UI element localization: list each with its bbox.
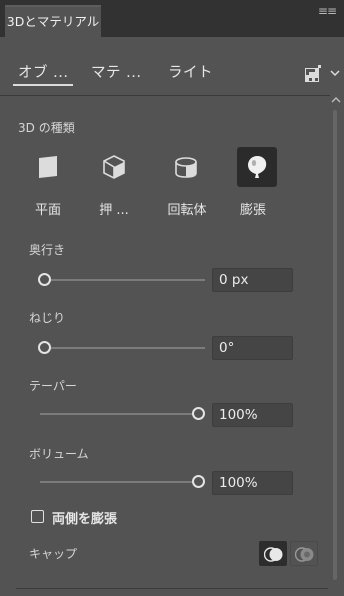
taper-label: テーパー [29, 379, 77, 393]
volume-label: ボリューム [29, 447, 89, 461]
twist-label: ねじり [29, 311, 66, 325]
panel-tab-bar: 3Dとマテリアル ≡≡ [0, 0, 344, 37]
twist-input[interactable]: 0° [212, 336, 293, 360]
volume-slider-track[interactable] [40, 481, 200, 483]
3d-type-plane-button[interactable] [28, 147, 68, 187]
revolve-icon [175, 157, 197, 178]
cap-on-button[interactable] [259, 541, 287, 566]
scrollbar-thumb[interactable] [333, 110, 337, 580]
3d-type-inflate-label: 膨張 [239, 203, 266, 218]
3d-type-extrude-button[interactable] [94, 147, 134, 187]
cap-off-button[interactable] [290, 541, 318, 566]
inflate-icon [248, 156, 267, 178]
twist-slider-handle[interactable] [38, 341, 51, 354]
volume-input[interactable]: 100% [212, 471, 293, 495]
section-divider [16, 588, 328, 589]
3d-type-extrude-label: 押 ... [99, 203, 129, 218]
inflate-both-sides-checkbox[interactable] [31, 510, 44, 523]
panel-tab-3d-materials[interactable]: 3Dとマテリアル [5, 5, 101, 37]
scroll-up-arrow-icon[interactable] [331, 96, 341, 103]
panel-menu-icon[interactable]: ≡≡ [318, 4, 337, 18]
tab-lighting[interactable]: ライト [168, 61, 213, 82]
depth-slider-handle[interactable] [38, 273, 51, 286]
taper-slider-handle[interactable] [192, 407, 205, 420]
cap-off-icon [295, 547, 314, 562]
depth-label: 奥行き [29, 243, 66, 257]
cap-label: キャップ [29, 547, 78, 561]
chevron-down-icon[interactable] [330, 70, 340, 77]
depth-input[interactable]: 0 px [212, 268, 293, 292]
section-heading-3d-type: 3D の種類 [18, 121, 75, 135]
plane-icon [39, 156, 57, 178]
cap-on-icon [264, 547, 283, 562]
tab-materials[interactable]: マテ ... [91, 61, 141, 82]
depth-slider-track[interactable] [40, 279, 205, 281]
tab-object[interactable]: オブ ... [12, 61, 74, 86]
3d-type-revolve-button[interactable] [166, 147, 206, 187]
3d-type-plane-label: 平面 [34, 203, 61, 218]
twist-slider-track[interactable] [40, 347, 205, 349]
tab-divider [0, 95, 330, 96]
3d-type-inflate-button[interactable] [237, 147, 277, 187]
volume-slider-handle[interactable] [192, 475, 205, 488]
taper-slider-track[interactable] [40, 413, 200, 415]
3d-type-revolve-label: 回転体 [167, 203, 207, 218]
render-preview-icon[interactable] [305, 65, 322, 82]
extrude-icon [103, 155, 125, 179]
taper-input[interactable]: 100% [212, 403, 293, 427]
inflate-both-sides-label[interactable]: 両側を膨張 [52, 508, 117, 527]
